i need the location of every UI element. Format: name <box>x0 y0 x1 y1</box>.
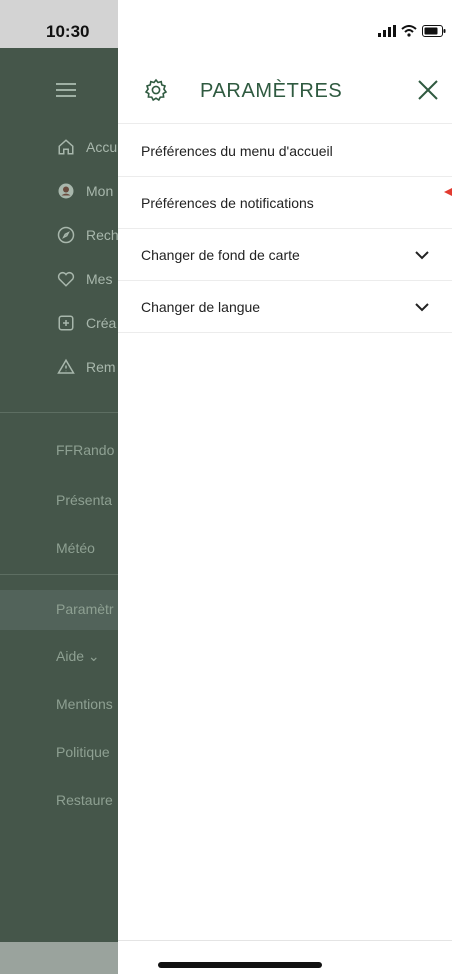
drawer-row-create: Créa <box>56 313 116 333</box>
drawer-link: Restaure <box>56 792 113 808</box>
drawer-row-label: Rem <box>86 359 116 375</box>
warning-icon <box>56 357 76 377</box>
drawer-link: Politique <box>56 744 110 760</box>
bottom-divider <box>118 940 452 941</box>
drawer-link: Aide ⌄ <box>56 648 100 664</box>
drawer-row-label: Rech <box>86 227 119 243</box>
chevron-down-icon <box>414 247 430 263</box>
close-icon[interactable] <box>416 78 440 102</box>
chevron-down-icon <box>414 299 430 315</box>
drawer-row-home: Accu <box>56 137 117 157</box>
drawer-bottom-bar <box>0 942 118 974</box>
drawer-row-profile: Mon <box>56 181 113 201</box>
drawer-link: FFRando <box>56 442 115 458</box>
gear-icon <box>144 78 168 102</box>
drawer-link: Mentions <box>56 696 113 712</box>
home-indicator <box>158 962 322 968</box>
settings-item-label: Changer de langue <box>141 298 261 315</box>
avatar-icon <box>56 181 76 201</box>
drawer-link: Paramètr <box>56 601 114 617</box>
home-icon <box>56 137 76 157</box>
settings-item-label: Préférences de notifications <box>141 194 314 211</box>
page-title: PARAMÈTRES <box>200 80 343 102</box>
drawer-row-label: Accu <box>86 139 118 155</box>
hamburger-icon <box>56 83 76 97</box>
settings-item-map-background[interactable]: Changer de fond de carte <box>118 229 452 281</box>
settings-item-label: Préférences du menu d'accueil <box>141 142 333 159</box>
drawer-row-label: Mon <box>86 183 114 199</box>
wifi-icon <box>401 24 417 42</box>
app-screen: 10:30 Accu Mon Rech Mes Créa Rem FFRando… <box>0 0 452 974</box>
drawer-divider <box>0 574 118 575</box>
drawer-row-report: Rem <box>56 357 116 377</box>
settings-panel: PARAMÈTRES Préférences du menu d'accueil… <box>118 0 452 974</box>
drawer-row-label: Créa <box>86 315 117 331</box>
drawer-row-favorites: Mes <box>56 269 112 289</box>
settings-item-label: Changer de fond de carte <box>141 246 300 263</box>
drawer-row-label: Mes <box>86 271 113 287</box>
status-bar-left: 10:30 <box>0 0 118 48</box>
drawer-divider <box>0 412 118 413</box>
settings-item-language[interactable]: Changer de langue <box>118 281 452 333</box>
settings-item-notifications[interactable]: Préférences de notifications <box>118 177 452 229</box>
battery-icon <box>422 24 446 42</box>
settings-item-home-menu[interactable]: Préférences du menu d'accueil <box>118 125 452 177</box>
heart-icon <box>56 269 76 289</box>
status-time: 10:30 <box>46 22 90 41</box>
drawer-link: Présenta <box>56 492 113 508</box>
compass-icon <box>56 225 76 245</box>
plus-square-icon <box>56 313 76 333</box>
signal-icon <box>378 24 396 42</box>
drawer-link: Météo <box>56 540 95 556</box>
drawer-row-search: Rech <box>56 225 119 245</box>
status-icons <box>378 24 446 42</box>
settings-header: PARAMÈTRES <box>118 56 452 124</box>
red-arrow-marker <box>444 185 452 197</box>
